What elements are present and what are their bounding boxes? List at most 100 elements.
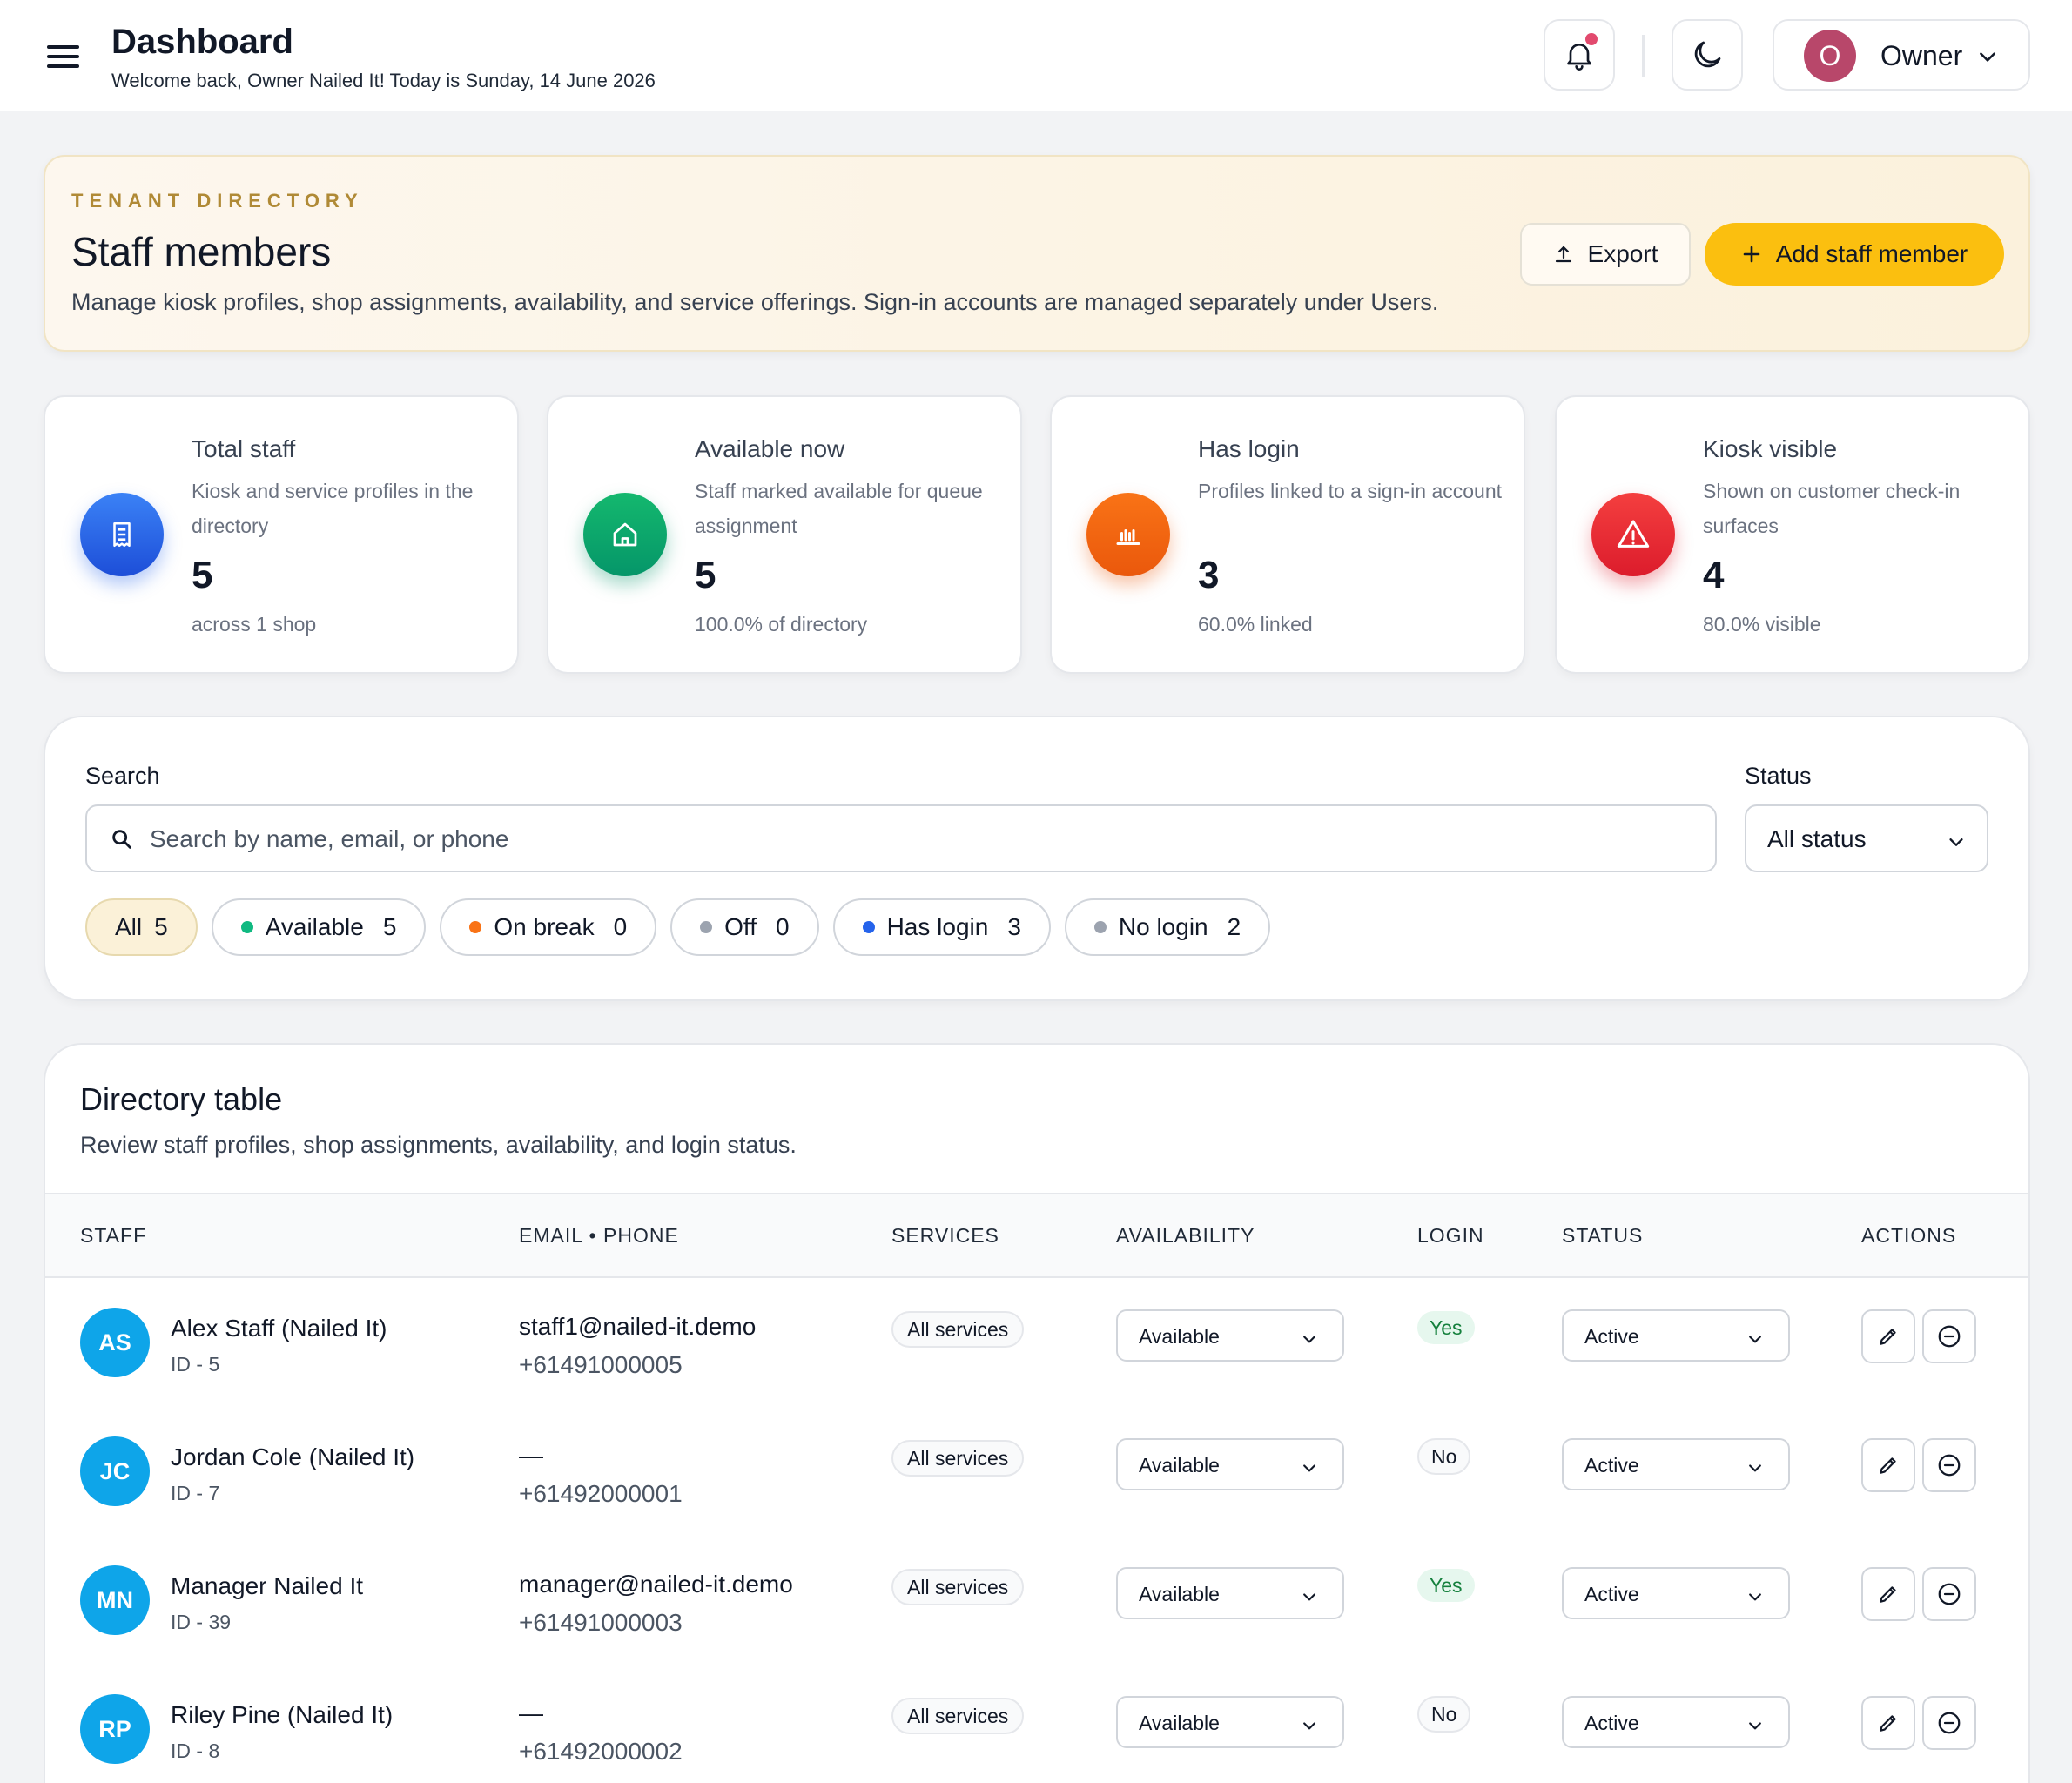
chip-label: Available bbox=[265, 913, 364, 940]
status-select[interactable]: Active bbox=[1562, 1696, 1790, 1748]
stat-title: Kiosk visible bbox=[1703, 435, 1838, 462]
warning-icon bbox=[1591, 493, 1675, 576]
status-label: Status bbox=[1745, 763, 1812, 789]
stat-card-total-staff: Total staff Kiosk and service profiles i… bbox=[44, 395, 519, 674]
status-select[interactable]: Active bbox=[1562, 1567, 1790, 1619]
column-header: ACTIONS bbox=[1861, 1224, 1957, 1247]
section-title: Staff members bbox=[71, 229, 332, 274]
search-icon bbox=[112, 830, 131, 849]
stat-card-has-login: Has login Profiles linked to a sign-in a… bbox=[1050, 395, 1525, 674]
staff-phone: +61492000001 bbox=[519, 1480, 683, 1507]
chip-label: No login bbox=[1118, 913, 1208, 940]
pencil-icon bbox=[1880, 1457, 1896, 1474]
table-description: Review staff profiles, shop assignments,… bbox=[80, 1132, 797, 1158]
theme-toggle-button[interactable] bbox=[1672, 19, 1743, 91]
chip-has-login[interactable]: Has login 3 bbox=[832, 898, 1051, 956]
chip-label: Off bbox=[724, 913, 757, 940]
staff-id: ID - 39 bbox=[171, 1611, 232, 1633]
deactivate-button[interactable] bbox=[1922, 1696, 1976, 1750]
stat-description: Kiosk and service profiles in the direct… bbox=[192, 480, 474, 537]
chevron-down-icon bbox=[1949, 838, 1963, 846]
divider bbox=[1642, 35, 1645, 77]
stat-description: Staff marked available for queue assignm… bbox=[695, 480, 983, 537]
avatar: MN bbox=[80, 1565, 150, 1635]
export-button[interactable]: Export bbox=[1520, 223, 1691, 286]
minus-circle-icon bbox=[1938, 1454, 1961, 1477]
status-select[interactable]: Active bbox=[1562, 1309, 1790, 1362]
chip-available[interactable]: Available 5 bbox=[211, 898, 427, 956]
login-badge: No bbox=[1417, 1438, 1471, 1475]
stat-value: 5 bbox=[695, 554, 716, 596]
minus-circle-icon bbox=[1938, 1712, 1961, 1734]
deactivate-button[interactable] bbox=[1922, 1309, 1976, 1363]
export-label: Export bbox=[1587, 240, 1658, 267]
status-dot bbox=[469, 921, 482, 933]
chevron-down-icon bbox=[1303, 1593, 1315, 1601]
status-value: Active bbox=[1584, 1454, 1639, 1477]
availability-select[interactable]: Available bbox=[1116, 1438, 1344, 1490]
column-header: STATUS bbox=[1562, 1224, 1644, 1247]
chip-all[interactable]: All 5 bbox=[85, 898, 198, 956]
chip-label: Has login bbox=[886, 913, 989, 940]
status-select[interactable]: Active bbox=[1562, 1438, 1790, 1490]
edit-button[interactable] bbox=[1861, 1309, 1915, 1363]
user-menu-button[interactable]: O Owner bbox=[1773, 19, 2030, 91]
chevron-down-icon bbox=[1303, 1336, 1315, 1343]
staff-email: — bbox=[519, 1699, 543, 1726]
search-field[interactable] bbox=[85, 804, 1717, 872]
chevron-down-icon bbox=[1980, 52, 1995, 62]
availability-select[interactable]: Available bbox=[1116, 1567, 1344, 1619]
chip-count: 0 bbox=[613, 913, 628, 940]
chip-label: All bbox=[115, 913, 143, 940]
add-staff-member-button[interactable]: Add staff member bbox=[1705, 223, 2004, 286]
chip-no-login[interactable]: No login 2 bbox=[1064, 898, 1271, 956]
top-bar: Dashboard Welcome back, Owner Nailed It!… bbox=[0, 0, 2072, 111]
filter-panel: Search Status All status All 5 Available… bbox=[44, 716, 2030, 1001]
notifications-button[interactable] bbox=[1544, 19, 1615, 91]
avatar: JC bbox=[80, 1436, 150, 1506]
chip-on-break[interactable]: On break 0 bbox=[440, 898, 657, 956]
stat-footnote: 80.0% visible bbox=[1703, 613, 1821, 636]
availability-select[interactable]: Available bbox=[1116, 1309, 1344, 1362]
section-description: Manage kiosk profiles, shop assignments,… bbox=[71, 289, 1439, 315]
edit-button[interactable] bbox=[1861, 1696, 1915, 1750]
status-value: Active bbox=[1584, 1325, 1639, 1348]
availability-value: Available bbox=[1139, 1454, 1220, 1477]
chip-count: 5 bbox=[154, 913, 168, 940]
chip-count: 0 bbox=[776, 913, 790, 940]
chevron-down-icon bbox=[1749, 1336, 1761, 1343]
deactivate-button[interactable] bbox=[1922, 1438, 1976, 1492]
edit-button[interactable] bbox=[1861, 1438, 1915, 1492]
status-select-value: All status bbox=[1767, 825, 1867, 852]
edit-button[interactable] bbox=[1861, 1567, 1915, 1621]
stat-card-available-now: Available now Staff marked available for… bbox=[547, 395, 1022, 674]
staff-name: Jordan Cole (Nailed It) bbox=[171, 1443, 415, 1470]
stat-title: Total staff bbox=[192, 435, 296, 462]
services-badge: All services bbox=[891, 1440, 1025, 1477]
status-select[interactable]: All status bbox=[1745, 804, 1988, 872]
column-header: EMAIL • PHONE bbox=[519, 1224, 679, 1247]
availability-select[interactable]: Available bbox=[1116, 1696, 1344, 1748]
status-dot bbox=[1093, 921, 1107, 933]
status-dot bbox=[700, 921, 713, 933]
deactivate-button[interactable] bbox=[1922, 1567, 1976, 1621]
search-input[interactable] bbox=[150, 820, 1699, 858]
staff-name: Alex Staff (Nailed It) bbox=[171, 1315, 387, 1342]
chevron-down-icon bbox=[1749, 1464, 1761, 1472]
chip-off[interactable]: Off 0 bbox=[670, 898, 819, 956]
receipt-icon bbox=[80, 493, 164, 576]
chip-count: 5 bbox=[382, 913, 397, 940]
chevron-down-icon bbox=[1749, 1722, 1761, 1730]
tenant-directory-banner: TENANT DIRECTORY Staff members Manage ki… bbox=[44, 155, 2030, 352]
staff-name: Riley Pine (Nailed It) bbox=[171, 1701, 394, 1728]
availability-value: Available bbox=[1139, 1712, 1220, 1734]
stat-title: Has login bbox=[1198, 435, 1300, 462]
staff-id: ID - 7 bbox=[171, 1482, 220, 1504]
page-title: Dashboard bbox=[111, 23, 293, 61]
menu-icon[interactable] bbox=[47, 45, 79, 68]
table-row: MN Manager Nailed It ID - 39 manager@nai… bbox=[45, 1537, 2028, 1666]
stat-card-kiosk-visible: Kiosk visible Shown on customer check-in… bbox=[1555, 395, 2030, 674]
moon-icon bbox=[1694, 41, 1721, 68]
staff-email: manager@nailed-it.demo bbox=[519, 1571, 793, 1598]
upload-icon bbox=[1555, 246, 1571, 263]
